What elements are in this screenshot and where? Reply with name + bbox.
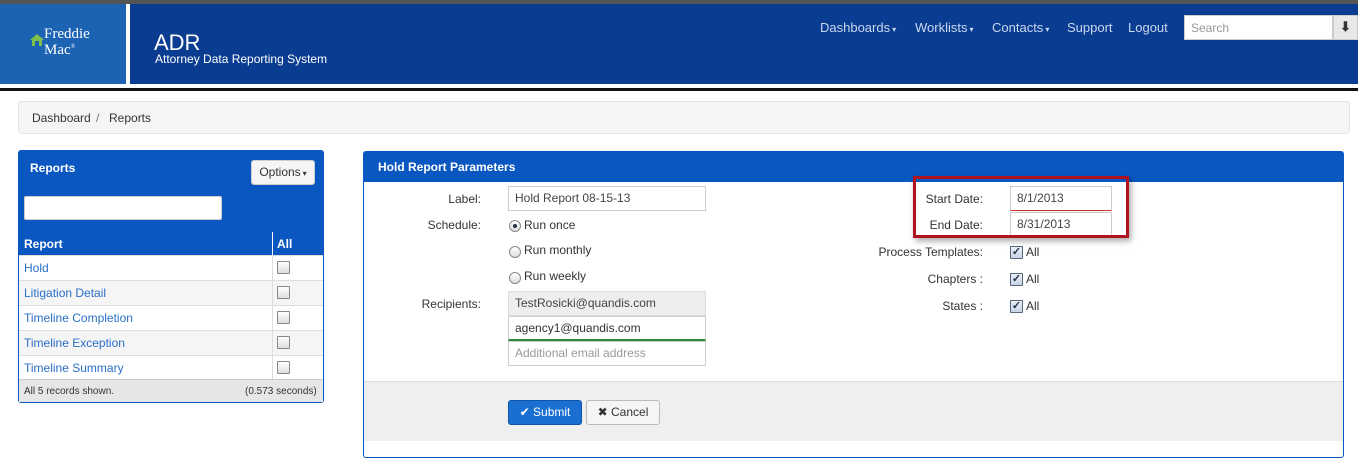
- process-templates-label: Process Templates:: [878, 245, 984, 259]
- reports-panel-title: Reports: [30, 161, 76, 175]
- logo-divider: [126, 4, 130, 84]
- house-logo-icon: [30, 34, 44, 46]
- nav-contacts-label: Contacts: [992, 20, 1044, 35]
- search-button[interactable]: ⬇: [1333, 15, 1358, 40]
- options-label: Options: [259, 165, 301, 179]
- breadcrumb: [18, 101, 1350, 134]
- schedule-label: Schedule:: [427, 218, 481, 232]
- radio-run-once-label: Run once: [524, 218, 576, 232]
- nav-support[interactable]: Support: [1067, 20, 1113, 35]
- report-checkbox[interactable]: [277, 261, 290, 274]
- nav-logout[interactable]: Logout: [1128, 20, 1168, 35]
- column-divider: [272, 280, 273, 305]
- label-field-label: Label:: [448, 192, 481, 206]
- logo-reg: ®: [70, 44, 76, 50]
- report-checkbox[interactable]: [277, 336, 290, 349]
- column-divider: [272, 232, 273, 255]
- report-link-litigation-detail[interactable]: Litigation Detail: [24, 286, 106, 300]
- radio-run-monthly[interactable]: [509, 246, 521, 258]
- process-templates-all-label: All: [1026, 245, 1040, 259]
- report-checkbox[interactable]: [277, 286, 290, 299]
- chapters-all-label: All: [1026, 272, 1040, 286]
- cancel-button[interactable]: ✖ Cancel: [586, 400, 660, 425]
- breadcrumb-separator: /: [96, 111, 100, 125]
- chevron-down-icon: ▾: [969, 25, 974, 34]
- column-header-report[interactable]: Report: [24, 237, 63, 251]
- process-templates-checkbox[interactable]: ✓: [1010, 246, 1023, 259]
- column-divider: [272, 255, 273, 280]
- report-link-timeline-summary[interactable]: Timeline Summary: [24, 361, 124, 375]
- states-label: States :: [942, 299, 983, 313]
- breadcrumb-reports: Reports: [109, 111, 152, 125]
- recipient-fixed: TestRosicki@quandis.com: [508, 291, 706, 316]
- check-icon: ✔: [519, 405, 530, 419]
- nav-worklists-label: Worklists: [915, 20, 968, 35]
- nav-contacts[interactable]: Contacts ▾: [992, 20, 1049, 35]
- report-link-timeline-completion[interactable]: Timeline Completion: [24, 311, 133, 325]
- arrow-down-icon: ⬇: [1340, 19, 1351, 34]
- radio-run-once[interactable]: [509, 220, 521, 232]
- report-checkbox[interactable]: [277, 361, 290, 374]
- chapters-label: Chapters :: [927, 272, 983, 286]
- app-header: [0, 4, 1358, 84]
- column-divider: [272, 305, 273, 330]
- close-icon: ✖: [597, 405, 608, 419]
- additional-email-input[interactable]: Additional email address: [508, 341, 706, 366]
- date-highlight-box: [913, 176, 1129, 238]
- radio-run-weekly[interactable]: [509, 272, 521, 284]
- states-checkbox[interactable]: ✓: [1010, 300, 1023, 313]
- check-icon: ✓: [1011, 300, 1022, 312]
- chevron-down-icon: ▾: [892, 25, 897, 34]
- label-input[interactable]: Hold Report 08-15-13: [508, 186, 706, 211]
- states-all-label: All: [1026, 299, 1040, 313]
- hold-report-panel-title: Hold Report Parameters: [378, 160, 516, 174]
- nav-worklists[interactable]: Worklists ▾: [915, 20, 974, 35]
- cancel-label: Cancel: [611, 405, 649, 419]
- chevron-down-icon: ▾: [302, 169, 307, 178]
- logo-text: Freddie Mac®: [44, 26, 90, 58]
- logo-line2: Mac: [44, 42, 71, 58]
- report-link-hold[interactable]: Hold: [24, 261, 49, 275]
- column-divider: [272, 330, 273, 355]
- recipients-label: Recipients:: [421, 297, 481, 311]
- reports-filter-input[interactable]: [24, 196, 222, 220]
- nav-dashboards[interactable]: Dashboards ▾: [820, 20, 896, 35]
- radio-run-monthly-label: Run monthly: [524, 243, 592, 257]
- header-divider: [0, 88, 1358, 91]
- records-count: All 5 records shown.: [24, 386, 115, 397]
- report-checkbox[interactable]: [277, 311, 290, 324]
- submit-button[interactable]: ✔ Submit: [508, 400, 582, 425]
- recipient-input[interactable]: agency1@quandis.com: [508, 316, 706, 341]
- app-subtitle: Attorney Data Reporting System: [155, 52, 328, 66]
- submit-label: Submit: [533, 405, 571, 419]
- search-input[interactable]: [1184, 15, 1333, 40]
- options-button[interactable]: Options ▾: [251, 160, 315, 185]
- column-header-all[interactable]: All: [277, 237, 292, 251]
- report-link-timeline-exception[interactable]: Timeline Exception: [24, 336, 125, 350]
- chapters-checkbox[interactable]: ✓: [1010, 273, 1023, 286]
- logo-line1: Freddie: [44, 26, 90, 42]
- chevron-down-icon: ▾: [1045, 25, 1050, 34]
- nav-dashboards-label: Dashboards: [820, 20, 891, 35]
- breadcrumb-dashboard[interactable]: Dashboard: [32, 111, 91, 125]
- check-icon: ✓: [1011, 273, 1022, 285]
- radio-run-weekly-label: Run weekly: [524, 269, 587, 283]
- query-time: (0.573 seconds): [245, 386, 317, 397]
- column-divider: [272, 355, 273, 380]
- check-icon: ✓: [1011, 246, 1022, 258]
